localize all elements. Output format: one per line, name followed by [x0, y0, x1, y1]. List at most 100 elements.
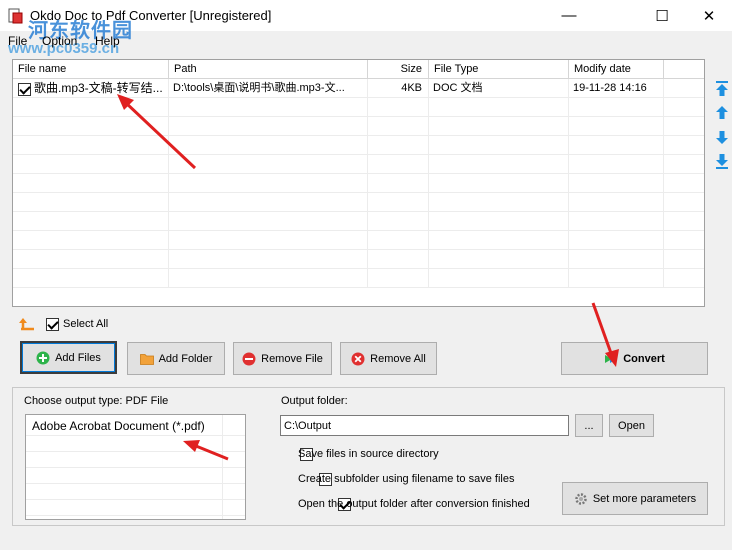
empty-cell	[169, 174, 368, 193]
maximize-button[interactable]: ☐	[639, 0, 685, 31]
list-gridline	[222, 415, 223, 519]
menu-option[interactable]: Option	[36, 31, 83, 48]
empty-cell	[429, 98, 569, 117]
remove-all-label: Remove All	[370, 352, 426, 365]
column-header-path[interactable]: Path	[169, 60, 368, 79]
close-button[interactable]: ✕	[686, 0, 732, 31]
cell-filler	[664, 79, 704, 98]
empty-cell	[169, 98, 368, 117]
empty-cell	[368, 212, 429, 231]
empty-cell	[368, 250, 429, 269]
open-folder-button[interactable]: Open	[609, 414, 654, 437]
browse-button[interactable]: ...	[575, 414, 603, 437]
empty-cell	[13, 193, 169, 212]
list-gridline	[26, 435, 245, 436]
convert-label: Convert	[623, 352, 665, 365]
empty-cell	[569, 250, 664, 269]
remove-icon	[242, 352, 256, 365]
cell-size: 4KB	[368, 79, 429, 98]
empty-cell	[429, 155, 569, 174]
move-up-icon[interactable]	[714, 104, 730, 122]
menu-file[interactable]: File	[2, 31, 33, 48]
move-down-icon[interactable]	[714, 128, 730, 146]
move-bottom-icon[interactable]	[714, 152, 730, 170]
empty-cell	[429, 269, 569, 288]
set-parameters-label: Set more parameters	[592, 492, 697, 505]
empty-cell	[429, 117, 569, 136]
empty-cell	[13, 212, 169, 231]
output-folder-label: Output folder:	[281, 395, 348, 407]
move-top-icon[interactable]	[714, 80, 730, 98]
output-folder-input[interactable]	[280, 415, 569, 436]
cell-type: DOC 文档	[429, 79, 569, 98]
output-type-list[interactable]: Adobe Acrobat Document (*.pdf)	[25, 414, 246, 520]
empty-row	[13, 193, 704, 212]
column-header-size[interactable]: Size	[368, 60, 429, 79]
menu-bar: File Option Help	[0, 31, 732, 51]
up-level-icon[interactable]	[18, 317, 36, 331]
add-files-label: Add Files	[55, 351, 101, 364]
save-in-source-label: Save files in source directory	[298, 448, 439, 460]
empty-cell	[569, 117, 664, 136]
empty-cell	[429, 136, 569, 155]
empty-cell	[429, 231, 569, 250]
create-subfolder-label: Create subfolder using filename to save …	[298, 473, 515, 485]
empty-cell	[169, 269, 368, 288]
empty-row	[13, 136, 704, 155]
add-folder-button[interactable]: Add Folder	[127, 342, 225, 375]
empty-row	[13, 231, 704, 250]
cell-name: 歌曲.mp3-文稿-转写结...	[13, 79, 169, 98]
empty-cell	[13, 269, 169, 288]
empty-row	[13, 98, 704, 117]
add-folder-label: Add Folder	[158, 352, 213, 365]
close-circle-icon	[351, 352, 365, 365]
output-type-option-pdf[interactable]: Adobe Acrobat Document (*.pdf)	[32, 419, 205, 433]
empty-cell	[368, 98, 429, 117]
empty-cell	[13, 136, 169, 155]
table-row[interactable]: 歌曲.mp3-文稿-转写结... D:\tools\桌面\说明书\歌曲.mp3-…	[13, 79, 704, 98]
empty-cell	[569, 155, 664, 174]
empty-cell	[569, 174, 664, 193]
list-gridline	[26, 451, 245, 452]
app-icon	[8, 8, 23, 24]
empty-cell	[569, 269, 664, 288]
empty-cell	[169, 212, 368, 231]
empty-cell	[569, 231, 664, 250]
empty-cell	[13, 174, 169, 193]
cell-date: 19-11-28 14:16	[569, 79, 664, 98]
empty-cell	[368, 231, 429, 250]
empty-cell	[429, 250, 569, 269]
empty-cell	[13, 98, 169, 117]
file-list[interactable]: File name Path Size File Type Modify dat…	[12, 59, 705, 307]
file-list-header: File name Path Size File Type Modify dat…	[13, 60, 704, 79]
empty-cell	[169, 117, 368, 136]
empty-cell	[13, 250, 169, 269]
gear-icon	[575, 492, 587, 505]
remove-file-label: Remove File	[261, 352, 323, 365]
remove-file-button[interactable]: Remove File	[233, 342, 332, 375]
empty-cell	[569, 98, 664, 117]
empty-cell	[569, 136, 664, 155]
minimize-button[interactable]: —	[546, 0, 592, 31]
empty-cell	[368, 269, 429, 288]
empty-cell	[13, 231, 169, 250]
column-header-filler	[664, 60, 704, 79]
empty-row	[13, 269, 704, 288]
set-parameters-button[interactable]: Set more parameters	[562, 482, 708, 515]
output-type-label: Choose output type: PDF File	[24, 395, 169, 407]
menu-help[interactable]: Help	[89, 31, 126, 48]
column-header-name[interactable]: File name	[13, 60, 169, 79]
remove-all-button[interactable]: Remove All	[340, 342, 437, 375]
empty-cell	[169, 136, 368, 155]
empty-cell	[169, 193, 368, 212]
empty-cell	[569, 212, 664, 231]
column-header-type[interactable]: File Type	[429, 60, 569, 79]
add-files-button[interactable]: Add Files	[20, 341, 117, 374]
empty-row	[13, 155, 704, 174]
column-header-date[interactable]: Modify date	[569, 60, 664, 79]
select-all-checkbox[interactable]	[46, 318, 59, 331]
row-checkbox[interactable]	[18, 82, 31, 96]
list-gridline	[26, 499, 245, 500]
empty-cell	[368, 155, 429, 174]
convert-button[interactable]: Convert	[561, 342, 708, 375]
